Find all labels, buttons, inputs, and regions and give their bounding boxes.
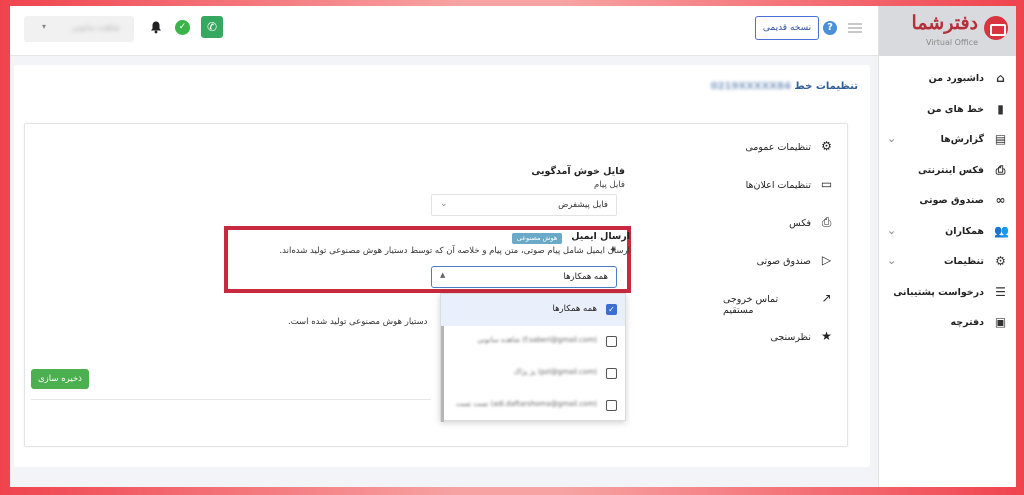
chevron-down-icon: ⌄ [887,254,897,267]
top-header: ▾ شاهده سانونی ✓ ✆ نسخه قدیمی ? [10,6,878,56]
sparkle-icon: ✦ [609,245,618,256]
email-section-title: ارسال ایمیل [571,231,630,242]
email-recipient-value: همه همکارها [563,272,608,282]
sidebar-item-colleagues[interactable]: ⌄ 👥 همکاران [879,217,1016,248]
welcome-file-select[interactable]: ⌄ فایل پیشفرض [431,194,617,216]
fax-icon: ⎙ [995,162,1006,177]
divider [31,399,431,400]
account-select-value: شاهده سانونی [71,23,120,32]
sidebar-item-my-lines[interactable]: ▮ خط های من [879,95,1016,126]
settings-item-label: نظرسنجی [770,332,811,343]
page-title: تنظیمات خط 0219XXXXX84 [711,81,858,92]
voicemail-icon: ∞ [995,193,1006,207]
checkbox-checked[interactable]: ✓ [606,304,617,315]
chevron-up-icon: ▲ [440,271,446,279]
brand-title: دفترشما [911,12,978,34]
hamburger-menu-icon[interactable] [848,23,862,33]
dropdown-option-label: شاهده سانونی (f.saberi@gmail.com) [477,336,597,344]
settings-menu: ⚙ تنظیمات عمومی ▭ تنظیمات اعلان‌ها ⎙ فکس… [723,132,839,360]
sidebar-item-label: درخواست پشتیبانی [893,286,984,298]
checkbox[interactable] [606,368,617,379]
dropdown-option[interactable]: شاهده سانونی (f.saberi@gmail.com) [441,326,625,358]
sidebar-nav: ⌂ داشبورد من ▮ خط های من ⌄ ▤ گزارش‌ها ⎙ … [879,56,1016,339]
gear-icon: ⚙ [821,139,832,153]
page-title-text: تنظیمات خط [794,81,858,92]
sidebar: دفترشما Virtual Office ⌂ داشبورد من ▮ خط… [878,6,1016,487]
outgoing-call-icon: ↗ [821,291,832,305]
dropdown-option-label: همه همکارها [552,304,597,314]
support-icon: ☰ [995,284,1006,299]
sidebar-item-label: تنظیمات [943,256,984,267]
ai-badge: هوش مصنوعی [512,233,562,244]
sidebar-item-dashboard[interactable]: ⌂ داشبورد من [879,64,1016,95]
settings-item-direct-outgoing[interactable]: ↗ تماس خروجی مستقیم [723,284,839,322]
settings-item-voicemail[interactable]: ▷ صندوق صوتی [723,246,839,284]
sidebar-item-voicemail[interactable]: ∞ صندوق صوتی [879,186,1016,217]
app-window: ▾ شاهده سانونی ✓ ✆ نسخه قدیمی ? دفترشما … [10,6,1016,487]
dropdown-option-label: تست تست (adi.daftarshoma@gmail.com) [455,400,597,408]
sidebar-item-label: فکس اینترنتی [917,164,984,176]
sidebar-item-label: صندوق صوتی [919,195,984,206]
fax-icon: ⎙ [821,215,832,229]
welcome-file-value: فایل پیشفرض [558,200,608,210]
brand-subtitle: Virtual Office [925,38,978,47]
logo-icon [984,16,1008,40]
phone-icon[interactable]: ✆ [201,16,223,38]
settings-item-label: صندوق صوتی [756,256,811,267]
settings-item-label: تنظیمات اعلان‌ها [745,180,811,191]
bell-icon[interactable] [149,20,163,34]
dropdown-option[interactable]: پژ پژاک (pzi@gmail.com) [441,358,625,390]
settings-item-label: تماس خروجی مستقیم [723,294,779,316]
settings-card: ⚙ تنظیمات عمومی ▭ تنظیمات اعلان‌ها ⎙ فکس… [24,123,848,447]
checkbox[interactable] [606,400,617,411]
dropdown-option[interactable]: تست تست (adi.daftarshoma@gmail.com) [441,390,625,422]
screenshot-frame: ▾ شاهده سانونی ✓ ✆ نسخه قدیمی ? دفترشما … [0,0,1024,495]
home-icon: ⌂ [996,71,1005,85]
chevron-down-icon: ⌄ [440,199,448,209]
sidebar-item-contacts[interactable]: ▣ دفترچه [879,308,1016,339]
brand-logo[interactable]: دفترشما Virtual Office [879,6,1016,56]
play-icon: ▷ [821,253,832,267]
sidebar-item-fax[interactable]: ⎙ فکس اینترنتی [879,156,1016,187]
welcome-file-subtitle: فایل پیام [594,180,625,190]
save-button[interactable]: ذخیره سازی [31,369,89,389]
verified-icon: ✓ [175,20,190,35]
sidebar-item-label: دفترچه [950,317,985,328]
help-icon[interactable]: ? [823,21,837,35]
settings-item-general[interactable]: ⚙ تنظیمات عمومی [723,132,839,170]
sidebar-item-settings[interactable]: ⌄ ⚙ تنظیمات [879,247,1016,278]
welcome-file-title: فایل خوش آمدگویی [531,166,625,177]
users-icon: 👥 [994,223,1009,238]
sidebar-item-support[interactable]: ☰ درخواست پشتیبانی [879,278,1016,309]
gear-icon: ⚙ [995,254,1006,268]
settings-item-survey[interactable]: ★ نظرسنجی [723,322,839,360]
report-icon: ▤ [994,132,1007,146]
checkbox[interactable] [606,336,617,347]
dropdown-option[interactable]: ✓ همه همکارها [441,294,625,326]
settings-item-label: تنظیمات عمومی [745,142,811,153]
account-select[interactable]: ▾ شاهده سانونی [24,16,134,42]
sidebar-item-label: گزارش‌ها [940,134,984,145]
sidebar-item-label: داشبورد من [928,73,984,84]
email-recipient-select[interactable]: ▲ همه همکارها [431,266,617,288]
sidebar-item-label: خط های من [927,103,984,115]
contacts-icon: ▣ [994,315,1007,329]
dropdown-option-label: پژ پژاک (pzi@gmail.com) [513,368,597,376]
chevron-down-icon: ▾ [42,22,47,31]
old-version-button[interactable]: نسخه قدیمی [755,16,819,40]
sidebar-item-label: همکاران [945,225,984,237]
email-description: ارسال ایمیل شامل پیام صوتی، متن پیام و خ… [279,246,630,256]
ai-note-text: دستیار هوش مصنوعی تولید شده است. [288,317,428,327]
message-icon: ▭ [820,177,833,191]
chevron-down-icon: ⌄ [887,132,897,145]
settings-item-label: فکس [789,218,811,229]
recipient-dropdown: ✓ همه همکارها شاهده سانونی (f.saberi@gma… [440,293,626,422]
chevron-down-icon: ⌄ [887,223,897,237]
settings-item-notifications[interactable]: ▭ تنظیمات اعلان‌ها [723,170,839,208]
sidebar-item-reports[interactable]: ⌄ ▤ گزارش‌ها [879,125,1016,156]
sim-card-icon: ▮ [997,101,1004,116]
line-number: 0219XXXXX84 [710,81,791,92]
star-icon: ★ [821,329,832,343]
settings-item-fax[interactable]: ⎙ فکس [723,208,839,246]
